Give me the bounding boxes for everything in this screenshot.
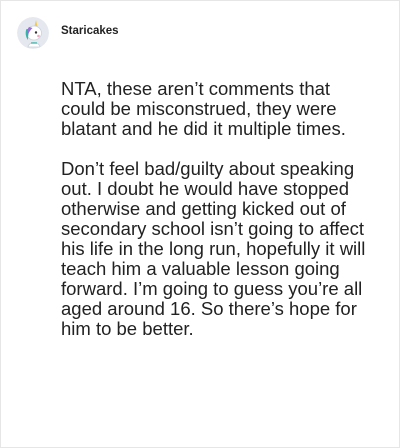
username[interactable]: Staricakes	[61, 25, 119, 37]
comment-paragraph: Don’t feel bad/guilty about speaking out…	[61, 158, 366, 339]
comment-card: Staricakes NTA, these aren’t comments th…	[0, 0, 400, 448]
unicorn-avatar-icon	[17, 17, 49, 49]
comment-body: NTA, these aren’t comments that could be…	[61, 79, 377, 339]
comment-paragraph: NTA, these aren’t comments that could be…	[61, 78, 346, 139]
avatar[interactable]	[17, 17, 49, 49]
comment-header: Staricakes	[17, 15, 119, 51]
